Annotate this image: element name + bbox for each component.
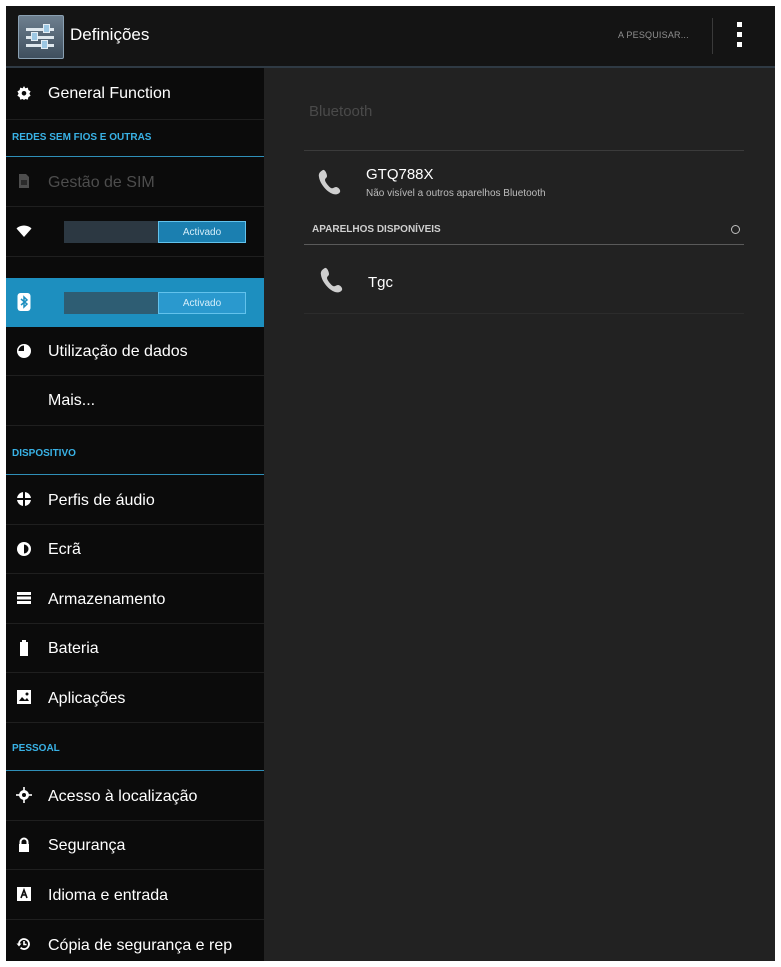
backup-restore-icon [15,936,33,954]
sidebar-item-general-function[interactable]: General Function [6,68,264,120]
sidebar-item-label: Mais... [48,392,96,409]
language-icon [15,886,33,904]
gear-icon [15,85,33,103]
bluetooth-toggle-on: Activado [158,292,246,314]
sidebar-item-more[interactable]: Mais... [6,376,264,426]
sidebar-item-label: Perfis de áudio [48,492,155,509]
sidebar-item-label: Cópia de segurança e rep [48,937,233,954]
sidebar-item-location[interactable]: Acesso à localização [6,771,264,821]
device-name: GTQ788X [366,166,434,183]
sidebar-item-label: Armazenamento [48,591,166,608]
section-header-label: PESSOAL [12,743,60,754]
phone-icon [320,267,343,293]
wifi-toggle-on: Activado [158,221,246,243]
device-row-divider [304,313,744,314]
bluetooth-icon [15,293,33,311]
sidebar-item-bluetooth[interactable]: Activado [6,278,264,327]
bluetooth-toggle[interactable]: Activado [64,292,246,314]
device-name: Tgc [368,274,394,291]
sim-card-icon [15,173,33,191]
sidebar-item-label: Acesso à localização [48,788,198,805]
section-header-personal: PESSOAL [6,723,264,771]
sidebar-item-label: Gestão de SIM [48,174,155,191]
sidebar-item-label: Aplicações [48,690,126,707]
sidebar-item-display[interactable]: Ecrã [6,525,264,574]
phone-icon [318,169,341,195]
settings-icon[interactable] [18,15,64,59]
page-title: Definições [70,25,150,44]
section-header-device: DISPOSITIVO [6,426,264,475]
sidebar-item-storage[interactable]: Armazenamento [6,574,264,624]
action-bar: Definições A PESQUISAR... [6,6,775,68]
device-visibility-status: Não visível a outros aparelhos Bluetooth [366,188,546,199]
sidebar-item-label: General Function [48,85,171,102]
data-usage-icon [15,343,33,361]
settings-screen: Definições A PESQUISAR... General Functi… [6,6,775,961]
sidebar-item-language[interactable]: Idioma e entrada [6,870,264,920]
settings-list: General Function REDES SEM FIOS E OUTRAS… [6,68,264,961]
action-bar-divider [712,18,713,54]
bluetooth-title: Bluetooth [309,103,373,120]
sidebar-item-label: Ecrã [48,541,81,558]
scanning-spinner-icon [731,225,740,234]
bluetooth-pane: Bluetooth GTQ788X Não visível a outros a… [268,68,775,961]
section-header-label: REDES SEM FIOS E OUTRAS [12,132,152,143]
wifi-toggle[interactable]: Activado [64,221,246,243]
title-divider [304,150,744,151]
sidebar-item-backup[interactable]: Cópia de segurança e rep [6,920,264,961]
sidebar-item-data-usage[interactable]: Utilização de dados [6,327,264,376]
storage-icon [15,590,33,608]
overflow-menu-icon[interactable] [732,18,748,54]
sidebar-item-sim: Gestão de SIM [6,157,264,207]
sidebar-item-label: Bateria [48,640,99,657]
sidebar-item-security[interactable]: Segurança [6,821,264,870]
search-status-label: A PESQUISAR... [618,30,689,40]
sidebar-item-apps[interactable]: Aplicações [6,673,264,723]
wifi-icon [15,223,33,241]
sidebar-item-audio-profiles[interactable]: Perfis de áudio [6,475,264,525]
audio-profile-icon [15,491,33,509]
available-devices-header: APARELHOS DISPONÍVEIS [312,224,441,235]
lock-icon [15,837,33,855]
sidebar-item-label: Segurança [48,837,126,854]
brightness-icon [15,541,33,559]
section-header-label: DISPOSITIVO [12,448,76,459]
sidebar-item-label: Utilização de dados [48,343,188,360]
battery-icon [15,640,33,658]
section-header-wireless: REDES SEM FIOS E OUTRAS [6,120,264,157]
apps-icon [15,689,33,707]
sidebar-item-label: Idioma e entrada [48,887,169,904]
available-devices-divider [304,244,744,245]
location-icon [15,787,33,805]
sidebar-item-battery[interactable]: Bateria [6,624,264,673]
sidebar-item-wifi[interactable]: Activado [6,207,264,257]
